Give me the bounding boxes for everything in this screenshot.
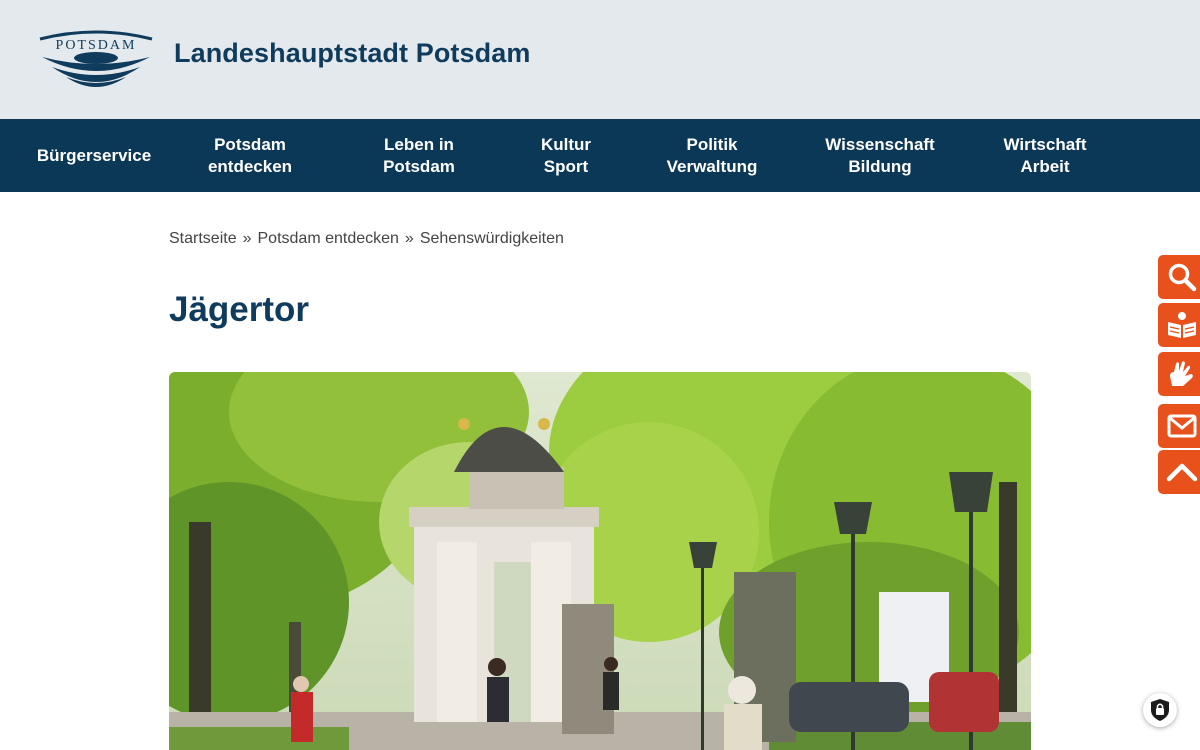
- main-navigation: Bürgerservice Potsdam entdecken Leben in P…: [0, 119, 1200, 192]
- breadcrumb-separator: »: [242, 230, 252, 247]
- nav-item-leben-in-potsdam[interactable]: Leben in Potsdam: [356, 119, 482, 192]
- mail-icon: [1167, 414, 1197, 438]
- nav-item-label: Bildung: [848, 156, 912, 176]
- nav-item-label: Wirtschaft: [1003, 134, 1087, 154]
- contact-mail-button[interactable]: [1158, 404, 1200, 448]
- nav-item-buergerservice[interactable]: Bürgerservice: [22, 119, 166, 192]
- nav-item-label: entdecken: [207, 156, 293, 176]
- easy-language-book-icon: [1168, 312, 1196, 338]
- breadcrumb: Startseite » Potsdam entdecken » Sehenswürdi…: [169, 230, 564, 248]
- nav-item-label: Bürgerservice: [36, 145, 152, 165]
- nav-item-wissenschaft-bildung[interactable]: Wissenschaft Bildung: [810, 119, 950, 192]
- nav-item-label: Arbeit: [1020, 156, 1070, 176]
- nav-item-label: Sport: [543, 156, 589, 176]
- breadcrumb-link-startseite[interactable]: Startseite: [169, 230, 237, 247]
- site-title[interactable]: Landeshauptstadt Potsdam: [174, 38, 530, 69]
- sign-language-hands-icon: [1170, 361, 1193, 386]
- breadcrumb-link-sehenswuerdigkeiten[interactable]: Sehenswürdigkeiten: [420, 230, 564, 247]
- nav-item-label: Wissenschaft: [825, 134, 935, 154]
- nav-item-label: Politik: [686, 134, 738, 154]
- nav-item-label: Potsdam: [214, 134, 286, 154]
- privacy-settings-button[interactable]: [1143, 693, 1177, 727]
- nav-item-politik-verwaltung[interactable]: Politik Verwaltung: [652, 119, 772, 192]
- nav-item-label: Leben in: [384, 134, 454, 154]
- site-header: POTSDAM Landeshauptstadt Potsdam: [0, 0, 1200, 119]
- breadcrumb-link-potsdam-entdecken[interactable]: Potsdam entdecken: [258, 230, 399, 247]
- hero-image: [169, 372, 1031, 750]
- shield-lock-icon: [1151, 699, 1169, 721]
- nav-item-label: Kultur: [540, 134, 592, 154]
- nav-item-label: Potsdam: [383, 156, 455, 176]
- search-icon: [1168, 263, 1197, 292]
- sign-language-button[interactable]: [1158, 352, 1200, 396]
- nav-item-kultur-sport[interactable]: Kultur Sport: [516, 119, 616, 192]
- chevron-up-icon: [1166, 463, 1198, 482]
- easy-language-button[interactable]: [1158, 303, 1200, 347]
- breadcrumb-separator: »: [404, 230, 414, 247]
- logo-wordmark: POTSDAM: [56, 38, 137, 53]
- potsdam-logo: POTSDAM: [39, 30, 153, 87]
- nav-item-wirtschaft-arbeit[interactable]: Wirtschaft Arbeit: [986, 119, 1104, 192]
- scroll-to-top-button[interactable]: [1158, 450, 1200, 494]
- search-button[interactable]: [1158, 255, 1200, 299]
- nav-item-label: Verwaltung: [666, 156, 758, 176]
- nav-item-potsdam-entdecken[interactable]: Potsdam entdecken: [186, 119, 314, 192]
- page-title: Jägertor: [169, 290, 310, 329]
